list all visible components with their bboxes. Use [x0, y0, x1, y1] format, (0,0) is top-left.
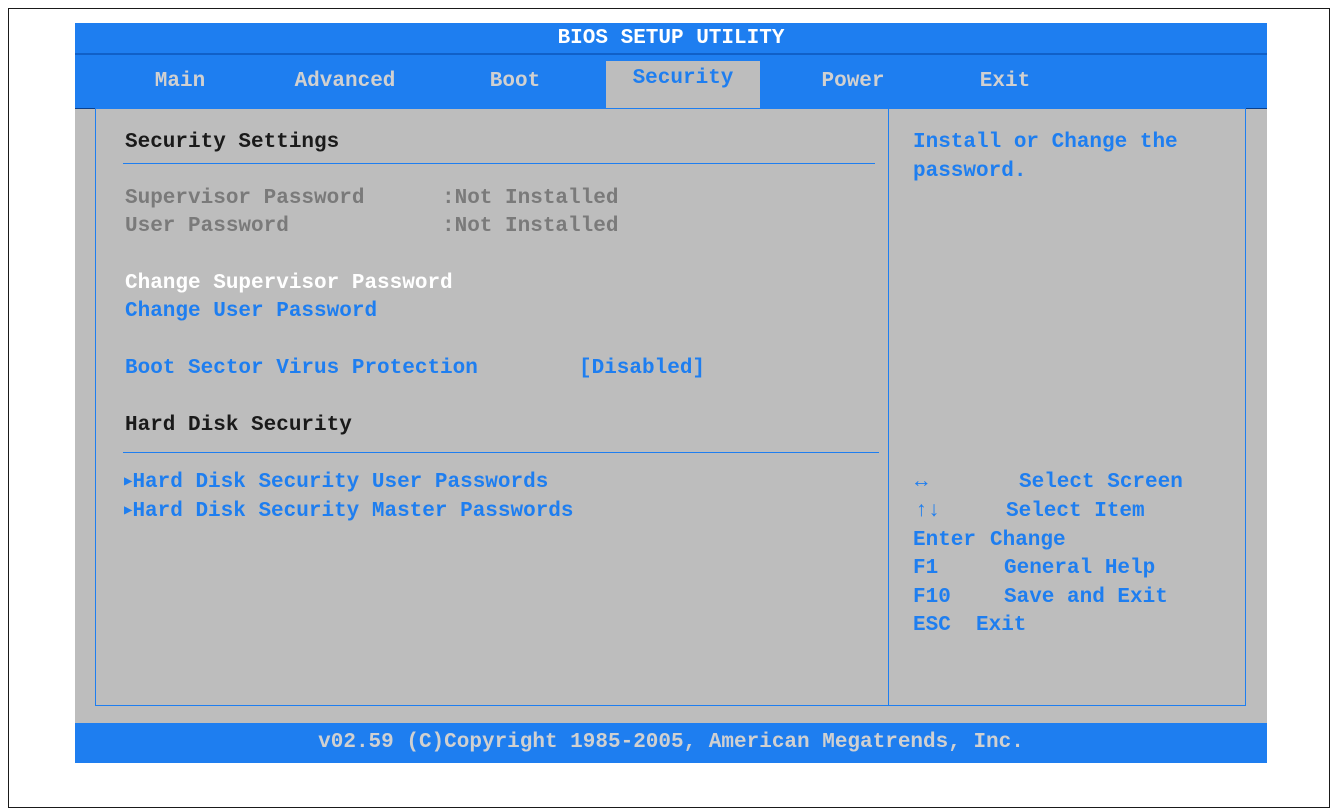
change-user-password-item[interactable]: Change User Password [125, 300, 377, 323]
window-title: BIOS SETUP UTILITY [75, 23, 1267, 55]
tab-power[interactable]: Power [803, 55, 903, 108]
key-hint-change: Enter Change [913, 529, 1066, 552]
hdd-user-passwords-label: Hard Disk Security User Passwords [132, 471, 549, 494]
hdd-master-passwords-submenu[interactable]: ▶Hard Disk Security Master Passwords [124, 500, 574, 523]
key-hint-key: Enter [913, 529, 977, 552]
hard-disk-divider [123, 452, 879, 453]
up-down-arrows-icon: ↑↓ [915, 500, 941, 523]
heading-divider [123, 163, 875, 164]
help-text-line-1: Install or Change the [913, 131, 1178, 154]
hdd-master-passwords-label: Hard Disk Security Master Passwords [132, 500, 574, 523]
settings-panel: Security Settings Supervisor Password :No… [95, 108, 889, 706]
key-hint-action: Select Item [1006, 500, 1145, 523]
key-hint-action: General Help [1004, 557, 1156, 580]
tab-exit[interactable]: Exit [955, 55, 1055, 108]
key-hint-action: Exit [976, 614, 1027, 637]
key-hint-select-screen: ↔ Select Screen [915, 471, 1183, 494]
hdd-user-passwords-submenu[interactable]: ▶Hard Disk Security User Passwords [124, 471, 548, 494]
boot-sector-virus-protection-label: Boot Sector Virus Protection [125, 357, 478, 380]
left-right-arrows-icon: ↔ [915, 471, 928, 494]
tab-boot[interactable]: Boot [465, 55, 565, 108]
hard-disk-security-heading: Hard Disk Security [125, 414, 352, 437]
key-hint-select-item: ↑↓ Select Item [915, 500, 1145, 523]
user-password-row: User Password :Not Installed [125, 215, 618, 238]
supervisor-password-value: :Not Installed [442, 187, 619, 210]
user-password-label: User Password [125, 215, 289, 238]
tab-advanced[interactable]: Advanced [270, 55, 420, 108]
copyright-footer: v02.59 (C)Copyright 1985-2005, American … [75, 723, 1267, 763]
supervisor-password-label: Supervisor Password [125, 187, 365, 210]
bios-window: BIOS SETUP UTILITY Main Advanced Boot Se… [75, 23, 1267, 763]
supervisor-password-row: Supervisor Password :Not Installed [125, 187, 618, 210]
key-hint-exit: ESC Exit [913, 614, 1026, 637]
key-hint-action: Select Screen [1019, 471, 1183, 494]
help-panel: Install or Change the password. ↔ Select … [888, 108, 1246, 706]
help-text-line-2: password. [913, 160, 1027, 183]
tab-security[interactable]: Security [606, 61, 760, 108]
key-hint-key: F1 [913, 557, 939, 580]
key-hint-action: Change [990, 529, 1066, 552]
key-hint-key: F10 [913, 586, 951, 609]
key-hint-action: Save and Exit [1004, 586, 1168, 609]
key-hint-key: ESC [913, 614, 951, 637]
security-settings-heading: Security Settings [125, 131, 340, 154]
key-hint-save-and-exit: F10 Save and Exit [913, 586, 1168, 609]
tab-main[interactable]: Main [130, 55, 230, 108]
boot-sector-virus-protection-item[interactable]: Boot Sector Virus Protection [Disabled] [125, 357, 705, 380]
key-hint-general-help: F1 General Help [913, 557, 1155, 580]
change-supervisor-password-item[interactable]: Change Supervisor Password [125, 272, 453, 295]
menu-bar: Main Advanced Boot Security Power Exit [75, 55, 1267, 109]
user-password-value: :Not Installed [442, 215, 619, 238]
boot-sector-virus-protection-value: [Disabled] [579, 357, 706, 380]
